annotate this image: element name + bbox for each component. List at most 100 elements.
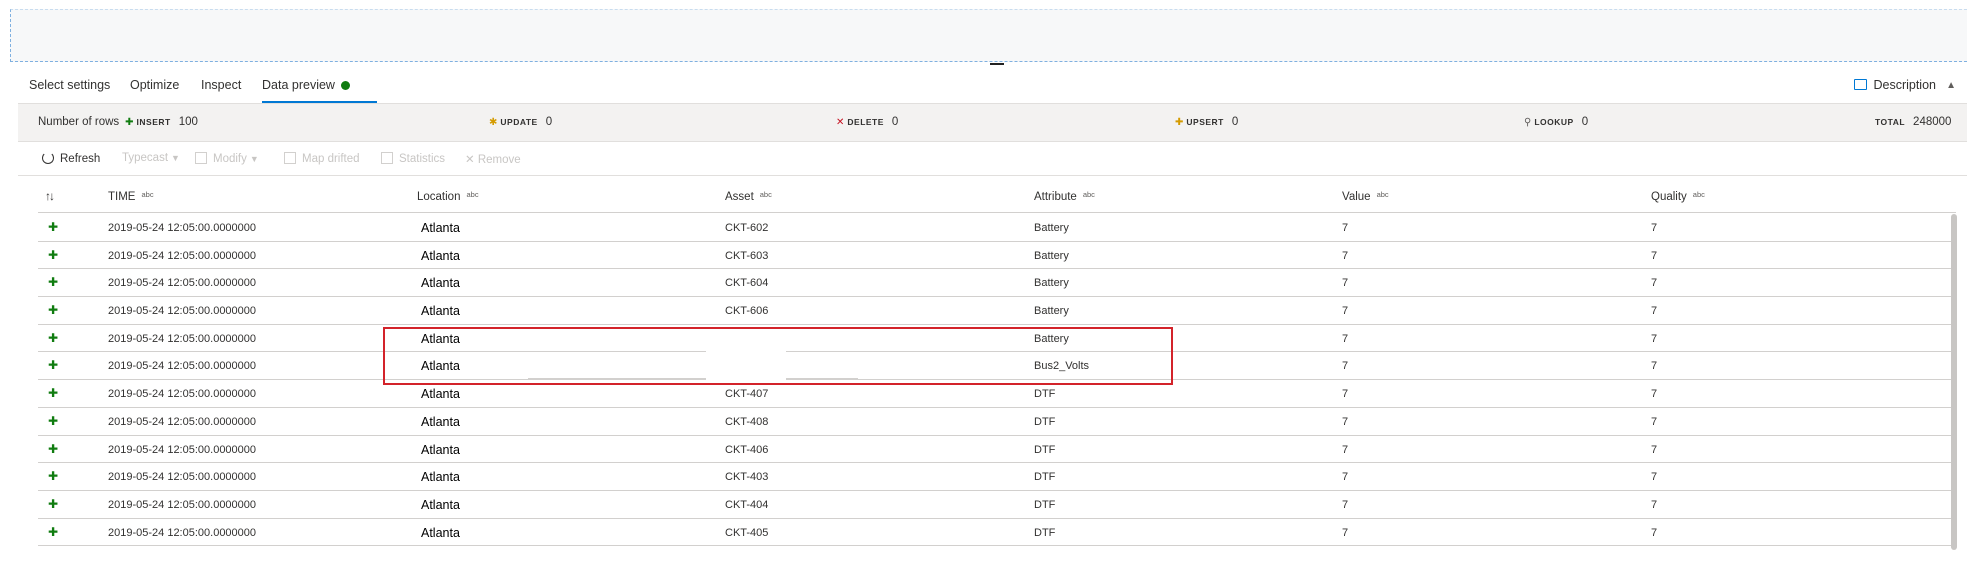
table-row[interactable]: ✚ 2019-05-24 12:05:00.0000000 Atlanta CKT-6… (38, 242, 1956, 270)
refresh-icon (42, 152, 54, 164)
statistics-icon (381, 152, 393, 164)
update-count: 0 (545, 116, 553, 128)
insert-row-icon: ✚ (48, 496, 59, 511)
status-dot-icon (340, 81, 350, 90)
asset-cell: CKT-602 (725, 222, 769, 234)
map-drifted-label: Map drifted (302, 153, 360, 165)
refresh-label: Refresh (60, 153, 101, 165)
description-button[interactable]: Description (1854, 78, 1936, 92)
insert-row-icon: ✚ (48, 469, 59, 484)
asset-cell: CKT-606 (725, 305, 769, 318)
comment-icon (1854, 79, 1868, 90)
map-drifted-button[interactable]: Map drifted (284, 152, 360, 165)
description-label: Description (1873, 78, 1936, 92)
panel-resize-handle[interactable] (990, 63, 1004, 65)
quality-cell: 7 (1651, 249, 1658, 262)
attribute-cell: DTF (1034, 471, 1056, 484)
table-row[interactable]: ✚ 2019-05-24 12:05:00.0000000 Atlanta CKT-4… (38, 519, 1956, 547)
modify-label: Modify (213, 153, 247, 165)
table-row[interactable]: ✚ 2019-05-24 12:05:00.0000000 Atlanta CKT-6… (38, 269, 1956, 298)
tab-data-preview-label: Data preview (262, 78, 335, 92)
update-stat: ✱ UPDATE 0 (489, 116, 552, 128)
insert-row-icon: ✚ (48, 220, 59, 234)
tab-bar: Select settings Optimize Inspect Data pr… (18, 70, 1958, 104)
column-header-quality[interactable]: Quality abc (1651, 190, 1705, 203)
table-row[interactable]: ✚ 2019-05-24 12:05:00.0000000 Atlanta Bus2_… (38, 352, 1956, 381)
time-cell: 2019-05-24 12:05:00.0000000 (108, 305, 257, 318)
location-cell: Atlanta (419, 440, 490, 460)
value-cell: 7 (1342, 498, 1349, 511)
value-cell: 7 (1342, 443, 1349, 456)
column-header-time[interactable]: TIME abc (108, 190, 154, 203)
column-header-attribute[interactable]: Attribute abc (1034, 190, 1095, 203)
table-row[interactable]: ✚ 2019-05-24 12:05:00.0000000 Atlanta CKT-4… (38, 436, 1956, 464)
column-header-asset[interactable]: Asset abc (725, 190, 772, 203)
table-row[interactable]: ✚ 2019-05-24 12:05:00.0000000 Atlanta CKT-4… (38, 463, 1956, 491)
type-badge: abc (1082, 190, 1095, 199)
quality-cell: 7 (1651, 526, 1658, 539)
chevron-up-icon[interactable]: ▲ (1946, 80, 1956, 91)
asset-cell: CKT-408 (725, 415, 769, 428)
insert-row-icon: ✚ (48, 275, 59, 290)
chevron-down-icon: ▼ (171, 153, 180, 163)
type-badge: abc (759, 190, 772, 199)
time-cell: 2019-05-24 12:05:00.0000000 (108, 277, 257, 290)
attribute-cell: Battery (1034, 222, 1069, 234)
column-name: Value (1342, 191, 1371, 203)
tab-select-settings[interactable]: Select settings (29, 78, 110, 92)
value-cell: 7 (1342, 332, 1349, 345)
insert-icon: ✚ (122, 117, 134, 128)
modify-button[interactable]: Modify ▼ (195, 152, 259, 165)
table-row[interactable]: ✚ 2019-05-24 12:05:00.0000000 Atlanta CKT-4… (38, 380, 1956, 408)
time-cell: 2019-05-24 12:05:00.0000000 (108, 222, 257, 234)
location-cell: Atlanta (419, 246, 490, 266)
table-row[interactable]: ✚ 2019-05-24 12:05:00.0000000 Atlanta CKT-6… (38, 214, 1956, 242)
value-cell: 7 (1342, 360, 1349, 373)
typecast-button[interactable]: Typecast ▼ (122, 152, 180, 164)
asset-cell: CKT-407 (725, 388, 769, 401)
column-header-location[interactable]: Location abc (417, 190, 479, 203)
refresh-button[interactable]: Refresh (42, 152, 100, 165)
value-cell: 7 (1342, 415, 1349, 428)
typecast-label: Typecast (122, 152, 169, 164)
asset-cell: CKT-404 (725, 498, 769, 511)
time-cell: 2019-05-24 12:05:00.0000000 (108, 471, 257, 484)
column-header-value[interactable]: Value abc (1342, 190, 1389, 203)
insert-row-icon: ✚ (48, 358, 59, 373)
attribute-cell: DTF (1034, 388, 1056, 401)
quality-cell: 7 (1651, 388, 1658, 401)
remove-button[interactable]: ✕ Remove (465, 152, 521, 166)
insert-label: INSERT (136, 117, 171, 127)
tab-inspect[interactable]: Inspect (201, 78, 241, 92)
delete-count: 0 (891, 116, 899, 128)
column-name: TIME (108, 191, 136, 203)
attribute-cell: Battery (1034, 249, 1069, 262)
upsert-count: 0 (1231, 116, 1239, 128)
type-badge: abc (1692, 190, 1705, 199)
location-cell: Atlanta (419, 495, 490, 515)
value-cell: 7 (1342, 222, 1349, 234)
quality-cell: 7 (1651, 443, 1658, 456)
time-cell: 2019-05-24 12:05:00.0000000 (108, 249, 257, 262)
tab-data-preview[interactable]: Data preview (262, 78, 350, 92)
table-row[interactable]: ✚ 2019-05-24 12:05:00.0000000 Atlanta CKT-6… (38, 297, 1956, 325)
table-row[interactable]: ✚ 2019-05-24 12:05:00.0000000 Atlanta Batte… (38, 324, 1956, 353)
insert-row-icon: ✚ (48, 303, 59, 318)
attribute-cell: DTF (1034, 498, 1056, 511)
table-row[interactable]: ✚ 2019-05-24 12:05:00.0000000 Atlanta CKT-4… (38, 408, 1956, 436)
lookup-icon: ⚲ (1524, 117, 1532, 128)
asset-cell: CKT-405 (725, 526, 769, 539)
asset-cell: CKT-603 (725, 249, 769, 262)
upsert-stat: ✚ UPSERT 0 (1175, 116, 1238, 128)
tab-optimize[interactable]: Optimize (130, 78, 179, 92)
flow-canvas[interactable] (10, 9, 1967, 62)
table-row[interactable]: ✚ 2019-05-24 12:05:00.0000000 Atlanta CKT-4… (38, 491, 1956, 519)
sort-icon[interactable]: ↑↓ (45, 189, 55, 203)
column-name: Asset (725, 191, 754, 203)
total-label: TOTAL (1875, 117, 1906, 127)
statistics-button[interactable]: Statistics (381, 152, 445, 165)
attribute-cell: Battery (1034, 305, 1069, 318)
delete-stat: ✕ DELETE 0 (836, 116, 898, 128)
remove-icon: ✕ (465, 154, 478, 166)
vertical-scrollbar[interactable] (1951, 214, 1957, 550)
